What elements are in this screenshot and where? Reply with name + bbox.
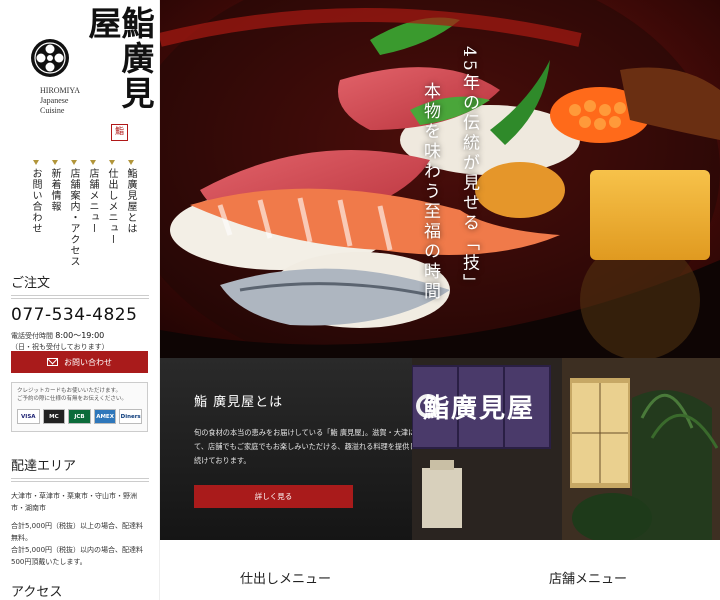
family-crest-icon [31, 39, 69, 77]
nav-marker-icon [89, 160, 96, 165]
visa-icon: VISA [17, 409, 40, 424]
nav-marker-icon [108, 160, 115, 165]
about-panel: 鮨 廣見屋とは 旬の食材の本当の恵みをお届けしている「鮨 廣見屋」。滋賀・大津に… [160, 358, 416, 540]
menu-links: 仕出しメニュー 店舗メニュー [160, 540, 720, 600]
card-note: ご予約の際に仕様の有無をお伝えください。 [17, 396, 127, 402]
mastercard-icon: MC [42, 409, 66, 424]
access-heading: アクセス [11, 585, 63, 600]
delivery-areas: 大津市・草津市・栗東市・守山市・野洲市・湖南市 [11, 492, 137, 512]
nav-marker-icon [70, 160, 77, 165]
credit-card-info: クレジットカードもお使いいただけます。 ご予約の際に仕様の有無をお伝えください。… [11, 382, 148, 432]
storefront-sign: 鮨廣見屋 [423, 394, 536, 424]
nav-item-catering[interactable]: 仕出しメニュー [104, 160, 119, 270]
contact-button-label: お問い合わせ [64, 357, 112, 367]
hero-banner: 45年の伝統が見せる「技」 本物を味わう至福の時間 [160, 0, 720, 358]
jcb-icon: JCB [68, 409, 91, 424]
nav-marker-icon [51, 160, 58, 165]
brand-english-line: Cuisine [40, 106, 65, 115]
order-heading: ご注文 [11, 276, 51, 291]
sidebar: 鮨廣見屋 HIROMIYA Japanese Cuisine 鮨 鮨廣見屋とは … [0, 0, 160, 600]
nav-item-label: 仕出しメニュー [106, 168, 117, 245]
about-text: 旬の食材の本当の恵みをお届けしている「鮨 廣見屋」。滋賀・大津にて、店舗でもご家… [194, 428, 417, 465]
red-seal-stamp: 鮨 [111, 124, 128, 141]
hero-copy-line: 45年の伝統が見せる「技」 [459, 46, 479, 294]
nav-item-label: 店舗メニュー [87, 168, 98, 234]
divider [11, 478, 149, 482]
brand-english: HIROMIYA Japanese Cuisine [40, 86, 80, 116]
delivery-note: 合計5,000円（税抜）以内の場合、配達料500円頂戴いたします。 [11, 546, 144, 566]
nav-item-contact[interactable]: お問い合わせ [28, 160, 43, 270]
nav-item-label: 鮨廣見屋とは [125, 168, 136, 234]
tab-store-menu[interactable]: 店舗メニュー [549, 568, 627, 587]
read-more-button[interactable]: 詳しく見る [194, 485, 353, 508]
tab-catering-menu[interactable]: 仕出しメニュー [240, 568, 331, 587]
hero-copy-line: 本物を味わう至福の時間 [420, 82, 440, 302]
brand-english-line: Japanese [40, 96, 69, 105]
phone-hours: 電話受付時間 8:00〜19:00 （日・祝も受付しております） [0, 330, 160, 353]
nav-item-store-menu[interactable]: 店舗メニュー [85, 160, 100, 270]
brand-english-line: HIROMIYA [40, 86, 80, 95]
order-section: ご注文 077-534-4825 電話受付時間 8:00〜19:00 （日・祝も… [0, 272, 160, 373]
nav-item-label: 新着情報 [49, 168, 60, 212]
hours-value: 8:00〜19:00 [55, 331, 105, 340]
hours-note: （日・祝も受付しております） [11, 343, 109, 351]
nav-item-news[interactable]: 新着情報 [47, 160, 62, 270]
nav-marker-icon [127, 160, 134, 165]
mail-icon [47, 358, 58, 366]
diners-icon: Diners [119, 409, 142, 424]
delivery-note: 合計5,000円（税抜）以上の場合、配達料無料。 [11, 522, 144, 542]
amex-icon: AMEX [93, 409, 117, 424]
logo[interactable]: 鮨廣見屋 HIROMIYA Japanese Cuisine 鮨 [0, 0, 160, 145]
nav-item-label: お問い合わせ [30, 168, 41, 234]
nav-item-access[interactable]: 店舗案内・アクセス [66, 160, 81, 270]
contact-button[interactable]: お問い合わせ [11, 351, 148, 373]
delivery-heading: 配達エリア [11, 459, 77, 474]
nav-marker-icon [32, 160, 39, 165]
card-logos: VISA MC JCB AMEX Diners [17, 409, 142, 424]
hours-label: 電話受付時間 [11, 332, 53, 340]
divider [11, 295, 149, 299]
phone-number[interactable]: 077-534-4825 [0, 305, 160, 325]
nav-item-label: 店舗案内・アクセス [68, 168, 79, 267]
about-section: 鮨 廣見屋とは 旬の食材の本当の恵みをお届けしている「鮨 廣見屋」。滋賀・大津に… [160, 358, 720, 540]
storefront-image [412, 358, 720, 540]
nav-item-about[interactable]: 鮨廣見屋とは [123, 160, 138, 270]
vertical-nav: 鮨廣見屋とは 仕出しメニュー 店舗メニュー 店舗案内・アクセス 新着情報 お問い… [28, 160, 138, 270]
hero-copy: 45年の伝統が見せる「技」 本物を味わう至福の時間 [418, 46, 482, 316]
card-note: クレジットカードもお使いいただけます。 [17, 388, 121, 394]
about-title: 鮨 廣見屋とは [194, 395, 284, 410]
access-section: アクセス [0, 581, 160, 600]
delivery-section: 配達エリア 大津市・草津市・栗東市・守山市・野洲市・湖南市 合計5,000円（税… [0, 455, 160, 568]
